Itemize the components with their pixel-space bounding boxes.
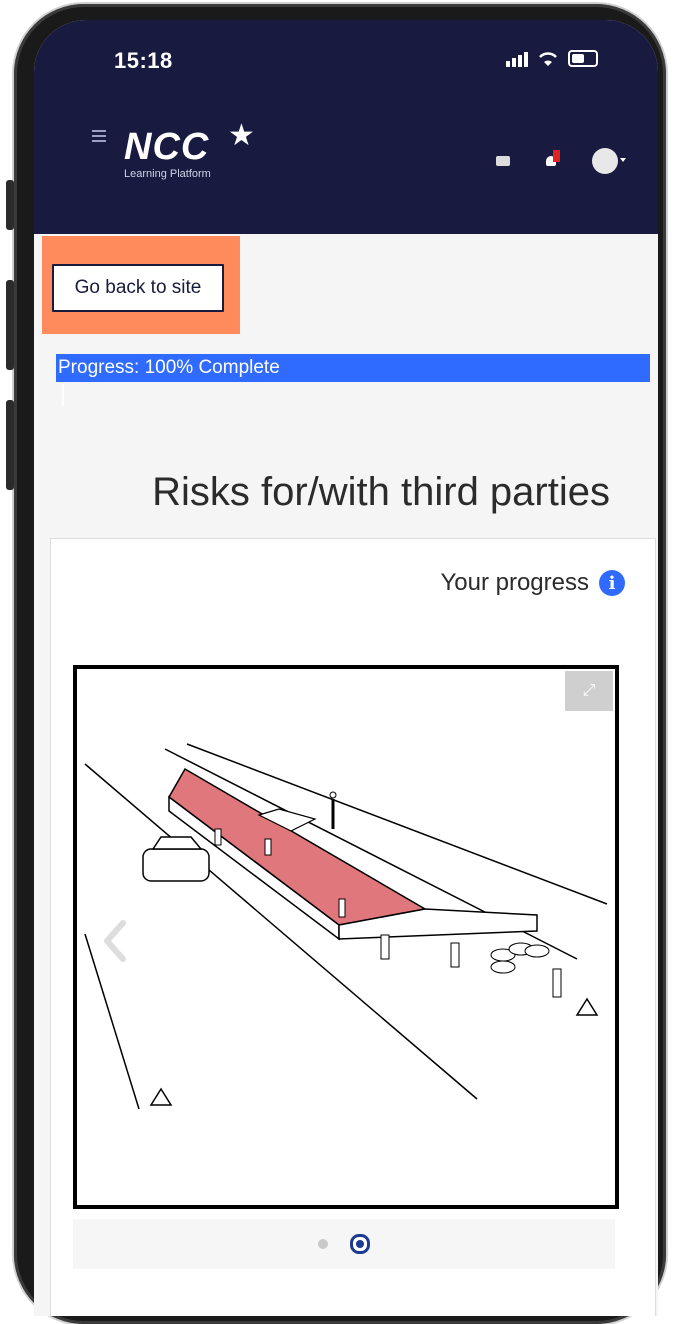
status-time: 15:18 bbox=[114, 48, 173, 73]
battery-icon bbox=[568, 50, 598, 67]
progress-tick bbox=[62, 384, 64, 406]
construction-illustration bbox=[84, 743, 608, 1110]
avatar-icon[interactable] bbox=[592, 148, 626, 174]
carousel-dot[interactable] bbox=[318, 1239, 328, 1249]
go-back-button[interactable]: Go back to site bbox=[52, 264, 224, 312]
logo-subtitle: Learning Platform bbox=[124, 168, 211, 180]
progress-label: Progress: 100% Complete bbox=[58, 357, 280, 378]
app-header: 15:18 NCC ★ Learning Platform bbox=[34, 20, 658, 234]
logo-text: NCC bbox=[124, 126, 210, 168]
status-icons bbox=[506, 50, 598, 67]
progress-bar: Progress: 100% Complete bbox=[56, 354, 650, 382]
phone-side-button bbox=[6, 180, 14, 230]
page-title: Risks for/with third parties bbox=[152, 470, 610, 514]
menu-icon[interactable] bbox=[92, 130, 106, 145]
chevron-down-icon bbox=[620, 158, 626, 162]
bell-icon[interactable] bbox=[544, 150, 560, 168]
info-icon[interactable]: i bbox=[599, 570, 625, 596]
notification-badge bbox=[553, 150, 560, 162]
header-icons bbox=[496, 148, 626, 174]
ncc-logo[interactable]: NCC ★ Learning Platform bbox=[124, 119, 255, 180]
carousel-image: ⤢ bbox=[73, 665, 619, 1209]
your-progress[interactable]: Your progress i bbox=[440, 569, 625, 597]
phone-side-button bbox=[6, 280, 14, 370]
wifi-icon bbox=[539, 51, 557, 66]
carousel-dot-active[interactable] bbox=[350, 1234, 370, 1254]
chevron-left-icon[interactable] bbox=[101, 917, 129, 965]
message-icon[interactable] bbox=[496, 156, 510, 166]
carousel-dots bbox=[73, 1219, 615, 1269]
star-icon: ★ bbox=[228, 119, 255, 152]
content-card: Your progress i ⤢ bbox=[50, 538, 656, 1316]
expand-icon[interactable]: ⤢ bbox=[565, 671, 613, 711]
signal-icon bbox=[506, 51, 528, 67]
phone-side-button bbox=[6, 400, 14, 490]
app-screen: 15:18 NCC ★ Learning Platform Go back to… bbox=[34, 20, 658, 1316]
your-progress-label: Your progress bbox=[440, 569, 589, 596]
